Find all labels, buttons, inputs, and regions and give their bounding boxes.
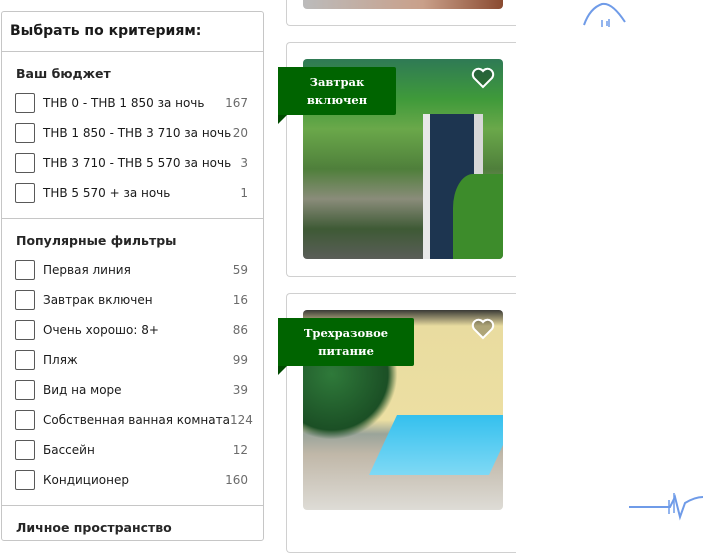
filter-option[interactable]: Пляж 99 — [2, 345, 263, 375]
filter-option[interactable]: Завтрак включен 16 — [2, 285, 263, 315]
filter-option-count: 160 — [225, 473, 248, 487]
filter-option-label: Первая линия — [43, 263, 131, 277]
checkbox[interactable] — [15, 123, 35, 143]
filter-option-label: THB 0 - THB 1 850 за ночь — [43, 96, 205, 110]
hotel-photo[interactable] — [303, 0, 503, 9]
private-space-heading: Личное пространство — [16, 520, 172, 535]
filter-sidebar: Выбрать по критериям: Ваш бюджет THB 0 -… — [1, 11, 264, 541]
private-space-group: Личное пространство — [2, 506, 263, 552]
filter-option-count: 99 — [232, 353, 248, 367]
filter-option-count: 20 — [232, 126, 248, 140]
hand-drawn-scribble — [629, 493, 704, 521]
filter-option[interactable]: Вид на море 39 — [2, 375, 263, 405]
filter-option-label: THB 3 710 - THB 5 570 за ночь — [43, 156, 232, 170]
checkbox[interactable] — [15, 440, 35, 460]
filter-option-label: THB 5 570 + за ночь — [43, 186, 171, 200]
deal-badge: Трехразовое питание — [278, 318, 414, 375]
heart-icon[interactable] — [471, 318, 495, 340]
checkbox[interactable] — [15, 350, 35, 370]
filter-option-label: Бассейн — [43, 443, 95, 457]
filter-option[interactable]: Собственная ванная комната 124 — [2, 405, 263, 435]
checkbox[interactable] — [15, 410, 35, 430]
checkbox[interactable] — [15, 183, 35, 203]
budget-group: Ваш бюджет THB 0 - THB 1 850 за ночь 167 T… — [2, 52, 263, 219]
filter-option-label: Собственная ванная комната — [43, 413, 230, 427]
popular-filters-heading: Популярные фильтры — [16, 233, 177, 248]
checkbox[interactable] — [15, 380, 35, 400]
filter-option-label: Завтрак включен — [43, 293, 153, 307]
filter-option[interactable]: THB 3 710 - THB 5 570 за ночь 3 — [2, 148, 263, 178]
filter-option-count: 39 — [232, 383, 248, 397]
filter-option-count: 3 — [240, 156, 248, 170]
filter-option-label: Кондиционер — [43, 473, 129, 487]
heart-icon[interactable] — [471, 67, 495, 89]
checkbox[interactable] — [15, 320, 35, 340]
filter-option-count: 124 — [229, 413, 253, 427]
budget-heading: Ваш бюджет — [16, 66, 111, 81]
filter-option-count: 1 — [240, 186, 248, 200]
hotel-card[interactable] — [286, 0, 516, 26]
hotel-card[interactable]: Трехразовое питание — [278, 293, 516, 553]
checkbox[interactable] — [15, 260, 35, 280]
filter-option-count: 86 — [232, 323, 248, 337]
filter-option[interactable]: THB 1 850 - THB 3 710 за ночь 20 — [2, 118, 263, 148]
filter-option[interactable]: THB 5 570 + за ночь 1 — [2, 178, 263, 208]
hotel-card[interactable]: Завтрак включен — [278, 42, 516, 277]
filter-option-label: Вид на море — [43, 383, 122, 397]
filter-option-label: Пляж — [43, 353, 78, 367]
filter-title: Выбрать по критериям: — [2, 12, 263, 52]
hand-drawn-scribble — [583, 2, 626, 27]
filter-option-label: THB 1 850 - THB 3 710 за ночь — [43, 126, 232, 140]
filter-option-count: 167 — [225, 96, 248, 110]
filter-option[interactable]: Кондиционер 160 — [2, 465, 263, 495]
filter-option[interactable]: Очень хорошо: 8+ 86 — [2, 315, 263, 345]
filter-option[interactable]: THB 0 - THB 1 850 за ночь 167 — [2, 88, 263, 118]
popular-filters-group: Популярные фильтры Первая линия 59 Завтрак… — [2, 219, 263, 506]
filter-option-count: 16 — [232, 293, 248, 307]
filter-option-count: 12 — [232, 443, 248, 457]
filter-option-label: Очень хорошо: 8+ — [43, 323, 159, 337]
checkbox[interactable] — [15, 470, 35, 490]
checkbox[interactable] — [15, 290, 35, 310]
deal-badge: Завтрак включен — [278, 67, 396, 124]
checkbox[interactable] — [15, 153, 35, 173]
checkbox[interactable] — [15, 93, 35, 113]
filter-option[interactable]: Первая линия 59 — [2, 255, 263, 285]
filter-option[interactable]: Бассейн 12 — [2, 435, 263, 465]
filter-option-count: 59 — [232, 263, 248, 277]
